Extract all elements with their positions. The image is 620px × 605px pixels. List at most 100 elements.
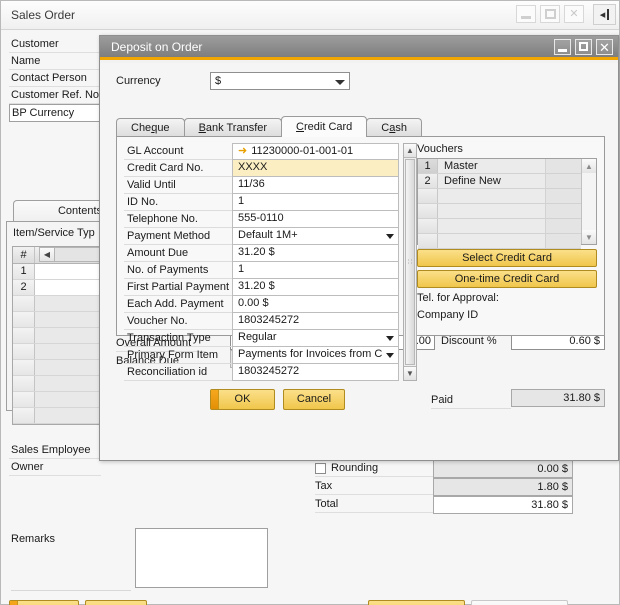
payment-method-tabs: Cheque Bank Transfer Credit Card Cash xyxy=(116,116,422,137)
table-row-empty xyxy=(13,296,107,312)
field-value-payment-method[interactable]: Default 1M+ xyxy=(232,228,399,245)
ok-button[interactable]: OK xyxy=(210,389,275,410)
field-value-no-of-payments[interactable]: 1 xyxy=(232,262,399,279)
close-icon[interactable]: ✕ xyxy=(596,39,613,55)
scroll-down-icon[interactable]: ▼ xyxy=(582,230,596,244)
table-row[interactable]: 2 xyxy=(13,280,107,296)
tel-for-approval-label: Tel. for Approval: xyxy=(417,292,499,304)
sales-order-window-controls: ✕ xyxy=(516,5,584,23)
total-label-total: Total xyxy=(315,496,433,513)
tab-cash[interactable]: Cash xyxy=(366,118,422,137)
cancel-button[interactable]: Cancel xyxy=(85,600,147,605)
scroll-left-icon[interactable]: ◀ xyxy=(40,248,55,261)
field-label-customer: Customer xyxy=(9,36,101,53)
field-value-voucher-no[interactable]: 1803245272 xyxy=(232,313,399,330)
field-row-valid-until: Valid Until 11/36 xyxy=(124,177,399,194)
sales-order-titlebar: Sales Order ✕ ◂ xyxy=(1,1,619,30)
credit-card-field-list: GL Account ➜ 11230000-01-001-01 Credit Ca… xyxy=(124,143,399,381)
field-value-valid-until[interactable]: 11/36 xyxy=(232,177,399,194)
minimize-icon[interactable] xyxy=(516,5,536,23)
dialog-cancel-button[interactable]: Cancel xyxy=(283,389,345,410)
vouchers-scrollbar[interactable]: ▲ ▼ xyxy=(581,159,596,244)
row-number: 2 xyxy=(13,280,35,295)
field-value-each-add-payment[interactable]: 0.00 $ xyxy=(232,296,399,313)
one-time-credit-card-button[interactable]: One-time Credit Card xyxy=(417,270,597,288)
currency-label: Currency xyxy=(116,75,161,87)
field-row-telephone-no: Telephone No. 555-0110 xyxy=(124,211,399,228)
scroll-track[interactable] xyxy=(55,248,102,261)
scroll-up-icon[interactable]: ▲ xyxy=(582,159,596,173)
field-row-no-of-payments: No. of Payments 1 xyxy=(124,262,399,279)
remarks-textarea[interactable] xyxy=(135,528,268,588)
row-name: Define New xyxy=(438,174,545,188)
list-item-empty xyxy=(418,189,581,204)
paid-label: Paid xyxy=(431,392,511,409)
list-item-empty xyxy=(418,234,581,249)
list-item[interactable]: 1 Master xyxy=(418,159,581,174)
maximize-icon[interactable] xyxy=(575,39,592,55)
field-label-contact-person: Contact Person xyxy=(9,70,101,87)
field-value-gl-account[interactable]: ➜ 11230000-01-001-01 xyxy=(232,143,399,160)
select-credit-card-button[interactable]: Select Credit Card xyxy=(417,249,597,267)
tab-contents[interactable]: Contents xyxy=(13,200,109,222)
add-button[interactable]: Add xyxy=(9,600,79,605)
row-number: 2 xyxy=(418,174,438,188)
rounding-checkbox[interactable] xyxy=(315,462,326,474)
list-item[interactable]: 2 Define New xyxy=(418,174,581,189)
table-row-empty xyxy=(13,328,107,344)
field-value-transaction-type[interactable]: Regular xyxy=(232,330,399,347)
tab-credit-card[interactable]: Credit Card xyxy=(281,116,368,137)
field-text: Default 1M+ xyxy=(238,229,298,241)
scrollbar-thumb[interactable]: ∷ xyxy=(405,159,415,365)
credit-card-tab-panel: GL Account ➜ 11230000-01-001-01 Credit Ca… xyxy=(116,136,605,381)
field-label-bp-currency[interactable]: BP Currency xyxy=(9,104,101,122)
row-pad xyxy=(545,174,581,188)
field-label: Primary Form Item xyxy=(124,347,232,364)
dialog-body: Currency $ Cheque Bank Transfer Credit C… xyxy=(100,63,618,460)
field-value-first-partial-payment[interactable]: 31.20 $ xyxy=(232,279,399,296)
currency-value: $ xyxy=(215,75,222,87)
paid-value: 31.80 $ xyxy=(511,389,605,407)
copy-from-button[interactable]: Copy From xyxy=(368,600,465,605)
field-value-primary-form-item[interactable]: Payments for Invoices from C xyxy=(232,347,399,364)
table-row-empty xyxy=(13,376,107,392)
sales-order-line-grid: # Type 1 2 xyxy=(12,246,108,425)
field-value-amount-due[interactable]: 31.20 $ xyxy=(232,245,399,262)
sales-order-field-labels: Customer Name Contact Person Customer Re… xyxy=(9,36,102,122)
row-number: 1 xyxy=(13,264,35,279)
field-label-owner: Owner xyxy=(9,459,101,476)
field-value-id-no[interactable]: 1 xyxy=(232,194,399,211)
sales-order-totals: Rounding 0.00 $ Tax 1.80 $ Total 31.80 $ xyxy=(315,459,605,514)
field-label-customer-ref-no: Customer Ref. No. xyxy=(9,87,102,104)
currency-select[interactable]: $ xyxy=(210,72,350,90)
row-pad xyxy=(545,159,581,173)
scroll-down-icon[interactable]: ▼ xyxy=(404,366,416,380)
scroll-up-icon[interactable]: ▲ xyxy=(404,144,416,158)
list-item-empty xyxy=(418,219,581,234)
link-arrow-icon[interactable]: ➜ xyxy=(238,144,247,159)
field-value-telephone-no[interactable]: 555-0110 xyxy=(232,211,399,228)
table-row[interactable]: 1 xyxy=(13,264,107,280)
field-value-credit-card-no[interactable]: XXXX xyxy=(232,160,399,177)
minimize-icon[interactable] xyxy=(554,39,571,55)
total-value-total[interactable]: 31.80 $ xyxy=(433,495,573,514)
tab-cheque[interactable]: Cheque xyxy=(116,118,185,137)
scroll-track[interactable] xyxy=(582,173,596,230)
grid-horizontal-scrollbar[interactable]: ◀ xyxy=(39,247,103,262)
sales-order-title: Sales Order xyxy=(11,8,76,22)
close-icon[interactable]: ✕ xyxy=(564,5,584,23)
remarks-label: Remarks xyxy=(11,533,56,545)
collapse-left-icon[interactable]: ◂ xyxy=(593,4,616,25)
row-type-cell[interactable] xyxy=(35,280,107,295)
field-value-reconciliation-id[interactable]: 1803245272 xyxy=(232,364,399,381)
tab-bank-transfer[interactable]: Bank Transfer xyxy=(183,118,283,137)
row-type-cell[interactable] xyxy=(35,264,107,279)
table-row-empty xyxy=(13,360,107,376)
field-text: Payments for Invoices from C xyxy=(238,348,383,360)
field-text: 11230000-01-001-01 xyxy=(251,145,354,157)
field-label: GL Account xyxy=(124,143,232,160)
maximize-icon[interactable] xyxy=(540,5,560,23)
vouchers-grid: 1 Master 2 Define New ▲ ▼ xyxy=(417,158,597,249)
field-list-scrollbar[interactable]: ▲ ∷ ▼ xyxy=(403,143,417,381)
field-label: Valid Until xyxy=(124,177,232,194)
